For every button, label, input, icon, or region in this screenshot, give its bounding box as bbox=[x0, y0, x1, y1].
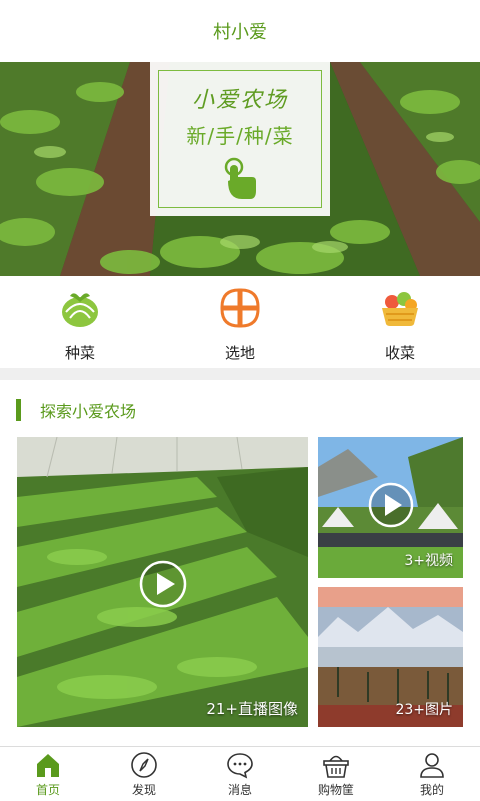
play-icon[interactable] bbox=[138, 559, 188, 609]
banner-carousel[interactable]: 小爱农场 新/手/种/菜 bbox=[0, 62, 480, 276]
tile-caption: 3+视频 bbox=[404, 553, 453, 569]
cabbage-icon bbox=[62, 293, 98, 327]
tab-label: 我的 bbox=[419, 783, 444, 797]
tile-caption: 21+直播图像 bbox=[206, 700, 298, 718]
live-images-tile[interactable]: 21+直播图像 bbox=[17, 437, 308, 727]
explore-section: 探索小爱农场 21+直播图像 3+视频 23+图片 bbox=[0, 380, 480, 746]
quick-action-plant[interactable]: 种菜 bbox=[0, 276, 160, 368]
tab-profile[interactable]: 我的 bbox=[384, 747, 480, 801]
play-icon[interactable] bbox=[367, 481, 415, 529]
app-header: 村小爱 bbox=[0, 0, 480, 63]
quick-actions: 种菜 选地 收菜 bbox=[0, 276, 480, 368]
section-accent-bar bbox=[16, 399, 21, 421]
section-title: 探索小爱农场 bbox=[40, 402, 137, 421]
tab-discover[interactable]: 发现 bbox=[96, 747, 192, 801]
quick-action-harvest[interactable]: 收菜 bbox=[320, 276, 480, 368]
banner-subtitle: 新/手/种/菜 bbox=[186, 124, 294, 148]
banner-promo-card[interactable]: 小爱农场 新/手/种/菜 bbox=[150, 62, 330, 216]
vegetable-basket-icon bbox=[382, 292, 418, 326]
tab-home[interactable]: 首页 bbox=[0, 747, 96, 801]
bottom-tab-bar: 首页 发现 消息 购物筐 我的 bbox=[0, 746, 480, 801]
message-icon bbox=[227, 753, 253, 779]
tab-label: 购物筐 bbox=[317, 783, 354, 797]
tap-hand-icon bbox=[224, 157, 256, 199]
tab-messages[interactable]: 消息 bbox=[192, 747, 288, 801]
basket-icon bbox=[323, 755, 349, 778]
quick-action-label: 种菜 bbox=[64, 344, 95, 362]
land-plot-icon bbox=[220, 288, 260, 328]
compass-icon bbox=[131, 752, 157, 778]
tile-caption: 23+图片 bbox=[395, 702, 453, 718]
tab-label: 消息 bbox=[227, 783, 252, 797]
tab-basket[interactable]: 购物筐 bbox=[288, 747, 384, 801]
tab-label: 发现 bbox=[131, 783, 156, 797]
page-title: 村小爱 bbox=[213, 22, 267, 43]
pictures-tile[interactable]: 23+图片 bbox=[318, 587, 463, 727]
quick-action-label: 选地 bbox=[224, 344, 255, 362]
banner-title: 小爱农场 bbox=[191, 88, 288, 113]
tab-label: 首页 bbox=[35, 783, 60, 797]
quick-action-select-land[interactable]: 选地 bbox=[160, 276, 320, 368]
home-icon bbox=[37, 754, 59, 777]
quick-action-label: 收菜 bbox=[384, 344, 415, 362]
user-icon bbox=[420, 753, 444, 778]
videos-tile[interactable]: 3+视频 bbox=[318, 437, 463, 578]
